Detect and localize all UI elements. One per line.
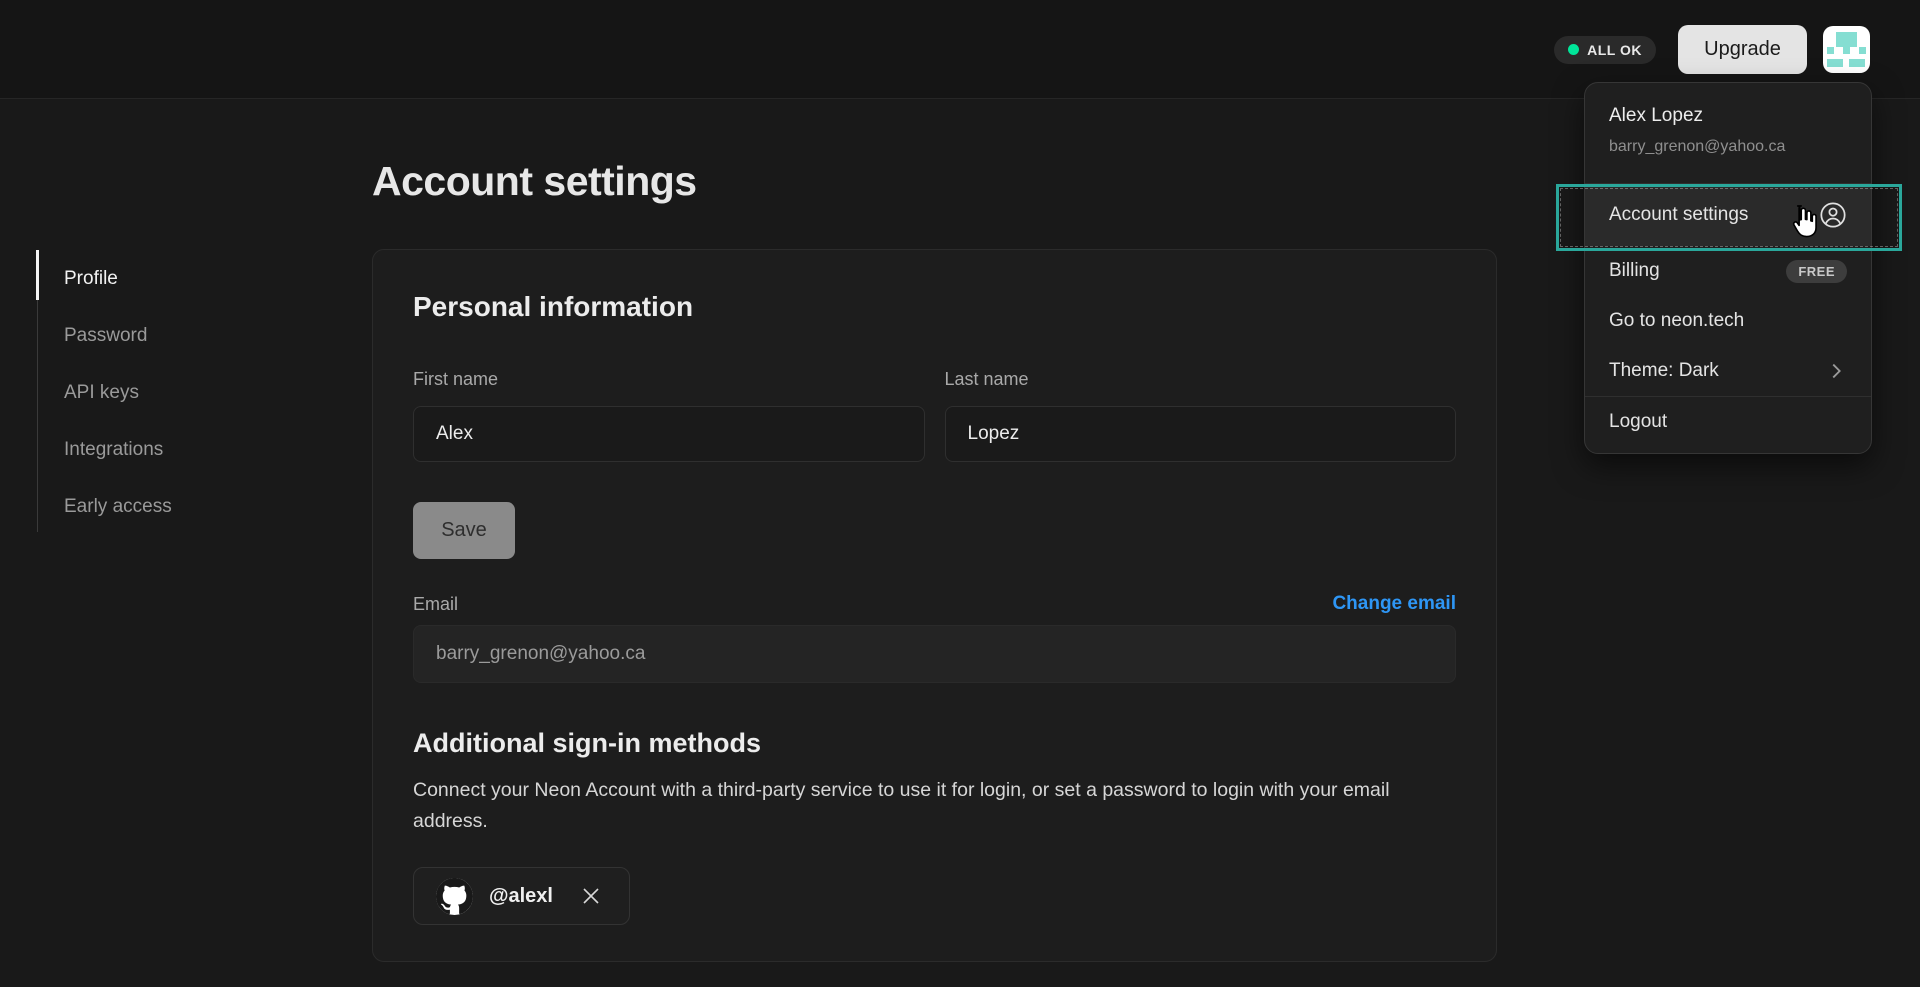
personal-information-heading: Personal information xyxy=(413,290,1456,324)
page-title: Account settings xyxy=(372,158,697,205)
avatar-identicon-block xyxy=(1836,32,1858,48)
menu-item-label: Go to neon.tech xyxy=(1609,310,1744,332)
github-handle: @alexl xyxy=(489,885,553,908)
menu-item-theme[interactable]: Theme: Dark xyxy=(1585,346,1871,396)
close-icon xyxy=(579,884,603,908)
menu-item-go-to-neon-tech[interactable]: Go to neon.tech xyxy=(1585,296,1871,346)
first-name-input[interactable] xyxy=(413,406,925,462)
github-icon xyxy=(436,878,473,915)
last-name-group: Last name xyxy=(945,368,1457,462)
sidebar-item-profile[interactable]: Profile xyxy=(37,250,297,307)
user-circle-icon xyxy=(1819,201,1847,229)
save-button[interactable]: Save xyxy=(413,502,515,559)
sidebar-rail xyxy=(37,250,38,532)
user-avatar[interactable] xyxy=(1823,26,1870,73)
chevron-right-icon xyxy=(1825,360,1847,382)
sidebar-item-label: Profile xyxy=(64,268,118,290)
avatar-identicon-block xyxy=(1843,47,1851,54)
menu-item-label: Account settings xyxy=(1609,204,1748,226)
sidebar-item-label: Integrations xyxy=(64,439,163,461)
sidebar-item-early-access[interactable]: Early access xyxy=(37,478,297,535)
upgrade-button[interactable]: Upgrade xyxy=(1678,25,1807,74)
menu-user-name: Alex Lopez xyxy=(1609,103,1847,129)
user-dropdown-menu: Alex Lopez barry_grenon@yahoo.ca Account… xyxy=(1584,82,1872,454)
menu-item-logout[interactable]: Logout xyxy=(1585,397,1871,447)
remove-github-button[interactable] xyxy=(575,880,607,912)
sidebar-active-indicator xyxy=(36,250,39,300)
status-badge[interactable]: ALL OK xyxy=(1554,36,1656,64)
sidebar-item-label: API keys xyxy=(64,382,139,404)
menu-item-account-settings[interactable]: Account settings xyxy=(1585,184,1871,246)
avatar-identicon-block xyxy=(1827,47,1835,54)
signin-methods-heading: Additional sign-in methods xyxy=(413,727,1456,759)
signin-methods-description: Connect your Neon Account with a third-p… xyxy=(413,775,1423,837)
name-fields-row: First name Last name xyxy=(413,368,1456,462)
settings-sidebar: Profile Password API keys Integrations E… xyxy=(37,250,297,535)
email-input[interactable] xyxy=(413,625,1456,683)
avatar-identicon-block xyxy=(1827,59,1843,67)
email-label-row: Email Change email xyxy=(413,593,1456,615)
menu-item-label: Billing xyxy=(1609,260,1660,282)
sidebar-item-password[interactable]: Password xyxy=(37,307,297,364)
menu-user-email: barry_grenon@yahoo.ca xyxy=(1609,137,1847,157)
first-name-label: First name xyxy=(413,368,925,390)
sidebar-item-label: Password xyxy=(64,325,147,347)
sidebar-item-api-keys[interactable]: API keys xyxy=(37,364,297,421)
github-connection-chip: @alexl xyxy=(413,867,630,925)
menu-item-label: Logout xyxy=(1609,411,1667,433)
menu-user-info: Alex Lopez barry_grenon@yahoo.ca xyxy=(1585,83,1871,183)
first-name-group: First name xyxy=(413,368,925,462)
change-email-link[interactable]: Change email xyxy=(1332,593,1456,615)
last-name-input[interactable] xyxy=(945,406,1457,462)
status-badge-label: ALL OK xyxy=(1587,42,1642,58)
sidebar-item-label: Early access xyxy=(64,496,172,518)
last-name-label: Last name xyxy=(945,368,1457,390)
avatar-identicon-block xyxy=(1859,47,1867,54)
email-label: Email xyxy=(413,593,458,615)
plan-badge: FREE xyxy=(1786,260,1847,283)
menu-item-label: Theme: Dark xyxy=(1609,360,1719,382)
status-ok-dot-icon xyxy=(1568,44,1579,55)
avatar-identicon-block xyxy=(1849,59,1865,67)
profile-settings-card: Personal information First name Last nam… xyxy=(372,249,1497,962)
menu-item-billing[interactable]: Billing FREE xyxy=(1585,246,1871,296)
sidebar-item-integrations[interactable]: Integrations xyxy=(37,421,297,478)
